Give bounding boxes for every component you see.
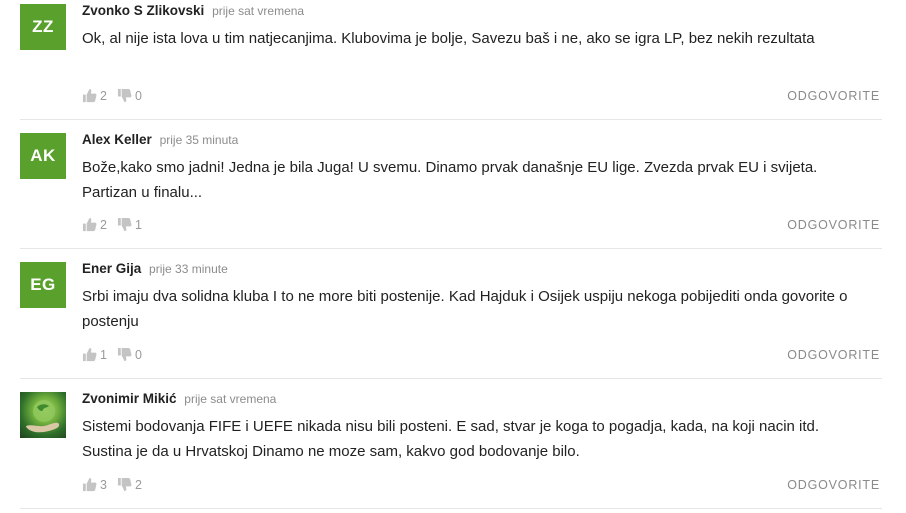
- reply-button[interactable]: ODGOVORITE: [787, 348, 880, 362]
- thumbs-down-icon: [117, 477, 132, 492]
- comment-header: Ener Gija prije 33 minute: [82, 260, 228, 278]
- like-count: 1: [100, 347, 107, 362]
- like-count: 2: [100, 217, 107, 232]
- thumbs-up-icon: [82, 477, 97, 492]
- dislike-button[interactable]: 2: [117, 477, 142, 492]
- comment-list: ZZ Zvonko S Zlikovski prije sat vremena …: [0, 0, 906, 513]
- like-button[interactable]: 3: [82, 477, 107, 492]
- author-name[interactable]: Alex Keller: [82, 132, 152, 147]
- globe-in-hand-icon: [26, 400, 60, 433]
- like-button[interactable]: 2: [82, 88, 107, 103]
- dislike-button[interactable]: 1: [117, 217, 142, 232]
- comment-header: Zvonimir Mikić prije sat vremena: [82, 390, 276, 408]
- dislike-button[interactable]: 0: [117, 347, 142, 362]
- author-name[interactable]: Zvonko S Zlikovski: [82, 3, 204, 18]
- thumbs-up-icon: [82, 347, 97, 362]
- timestamp: prije 33 minute: [149, 262, 228, 276]
- comment-text: Srbi imaju dva solidna kluba I to ne mor…: [82, 288, 848, 330]
- thumbs-down-icon: [117, 217, 132, 232]
- dislike-count: 0: [134, 88, 142, 103]
- dislike-count: 2: [134, 477, 142, 492]
- vote-bar: 2 1: [82, 217, 152, 232]
- thumbs-up-icon: [82, 88, 97, 103]
- vote-bar: 1 0: [82, 347, 152, 362]
- comment-item: ZZ Zvonko S Zlikovski prije sat vremena …: [20, 0, 882, 120]
- vote-bar: 3 2: [82, 477, 152, 492]
- comment-item: EG Ener Gija prije 33 minute Srbi imaju …: [20, 258, 882, 379]
- timestamp: prije sat vremena: [212, 4, 305, 18]
- thumbs-down-icon: [117, 88, 132, 103]
- comment-text: Sistemi bodovanja FIFE i UEFE nikada nis…: [82, 418, 820, 460]
- author-name[interactable]: Ener Gija: [82, 261, 141, 276]
- like-button[interactable]: 1: [82, 347, 107, 362]
- like-button[interactable]: 2: [82, 217, 107, 232]
- avatar[interactable]: AK: [20, 133, 66, 179]
- reply-button[interactable]: ODGOVORITE: [787, 478, 880, 492]
- avatar[interactable]: [20, 392, 66, 438]
- like-count: 3: [100, 477, 107, 492]
- like-count: 2: [100, 88, 107, 103]
- comment-item: Zvonimir Mikić prije sat vremena Sistemi…: [20, 388, 882, 509]
- thumbs-down-icon: [117, 347, 132, 362]
- comment-text: Bože,kako smo jadni! Jedna je bila Juga!…: [82, 159, 818, 201]
- avatar[interactable]: ZZ: [20, 4, 66, 50]
- vote-bar: 2 0: [82, 88, 152, 103]
- avatar[interactable]: EG: [20, 262, 66, 308]
- dislike-count: 1: [134, 217, 142, 232]
- reply-button[interactable]: ODGOVORITE: [787, 89, 880, 103]
- dislike-button[interactable]: 0: [117, 88, 142, 103]
- author-name[interactable]: Zvonimir Mikić: [82, 391, 177, 406]
- thumbs-up-icon: [82, 217, 97, 232]
- comment-text: Ok, al nije ista lova u tim natjecanjima…: [82, 30, 815, 47]
- reply-button[interactable]: ODGOVORITE: [787, 218, 880, 232]
- comment-header: Zvonko S Zlikovski prije sat vremena: [82, 2, 304, 20]
- timestamp: prije 35 minuta: [159, 133, 239, 147]
- dislike-count: 0: [134, 347, 142, 362]
- comment-item: AK Alex Keller prije 35 minuta Bože,kako…: [20, 129, 882, 249]
- comment-header: Alex Keller prije 35 minuta: [82, 131, 238, 149]
- timestamp: prije sat vremena: [184, 392, 277, 406]
